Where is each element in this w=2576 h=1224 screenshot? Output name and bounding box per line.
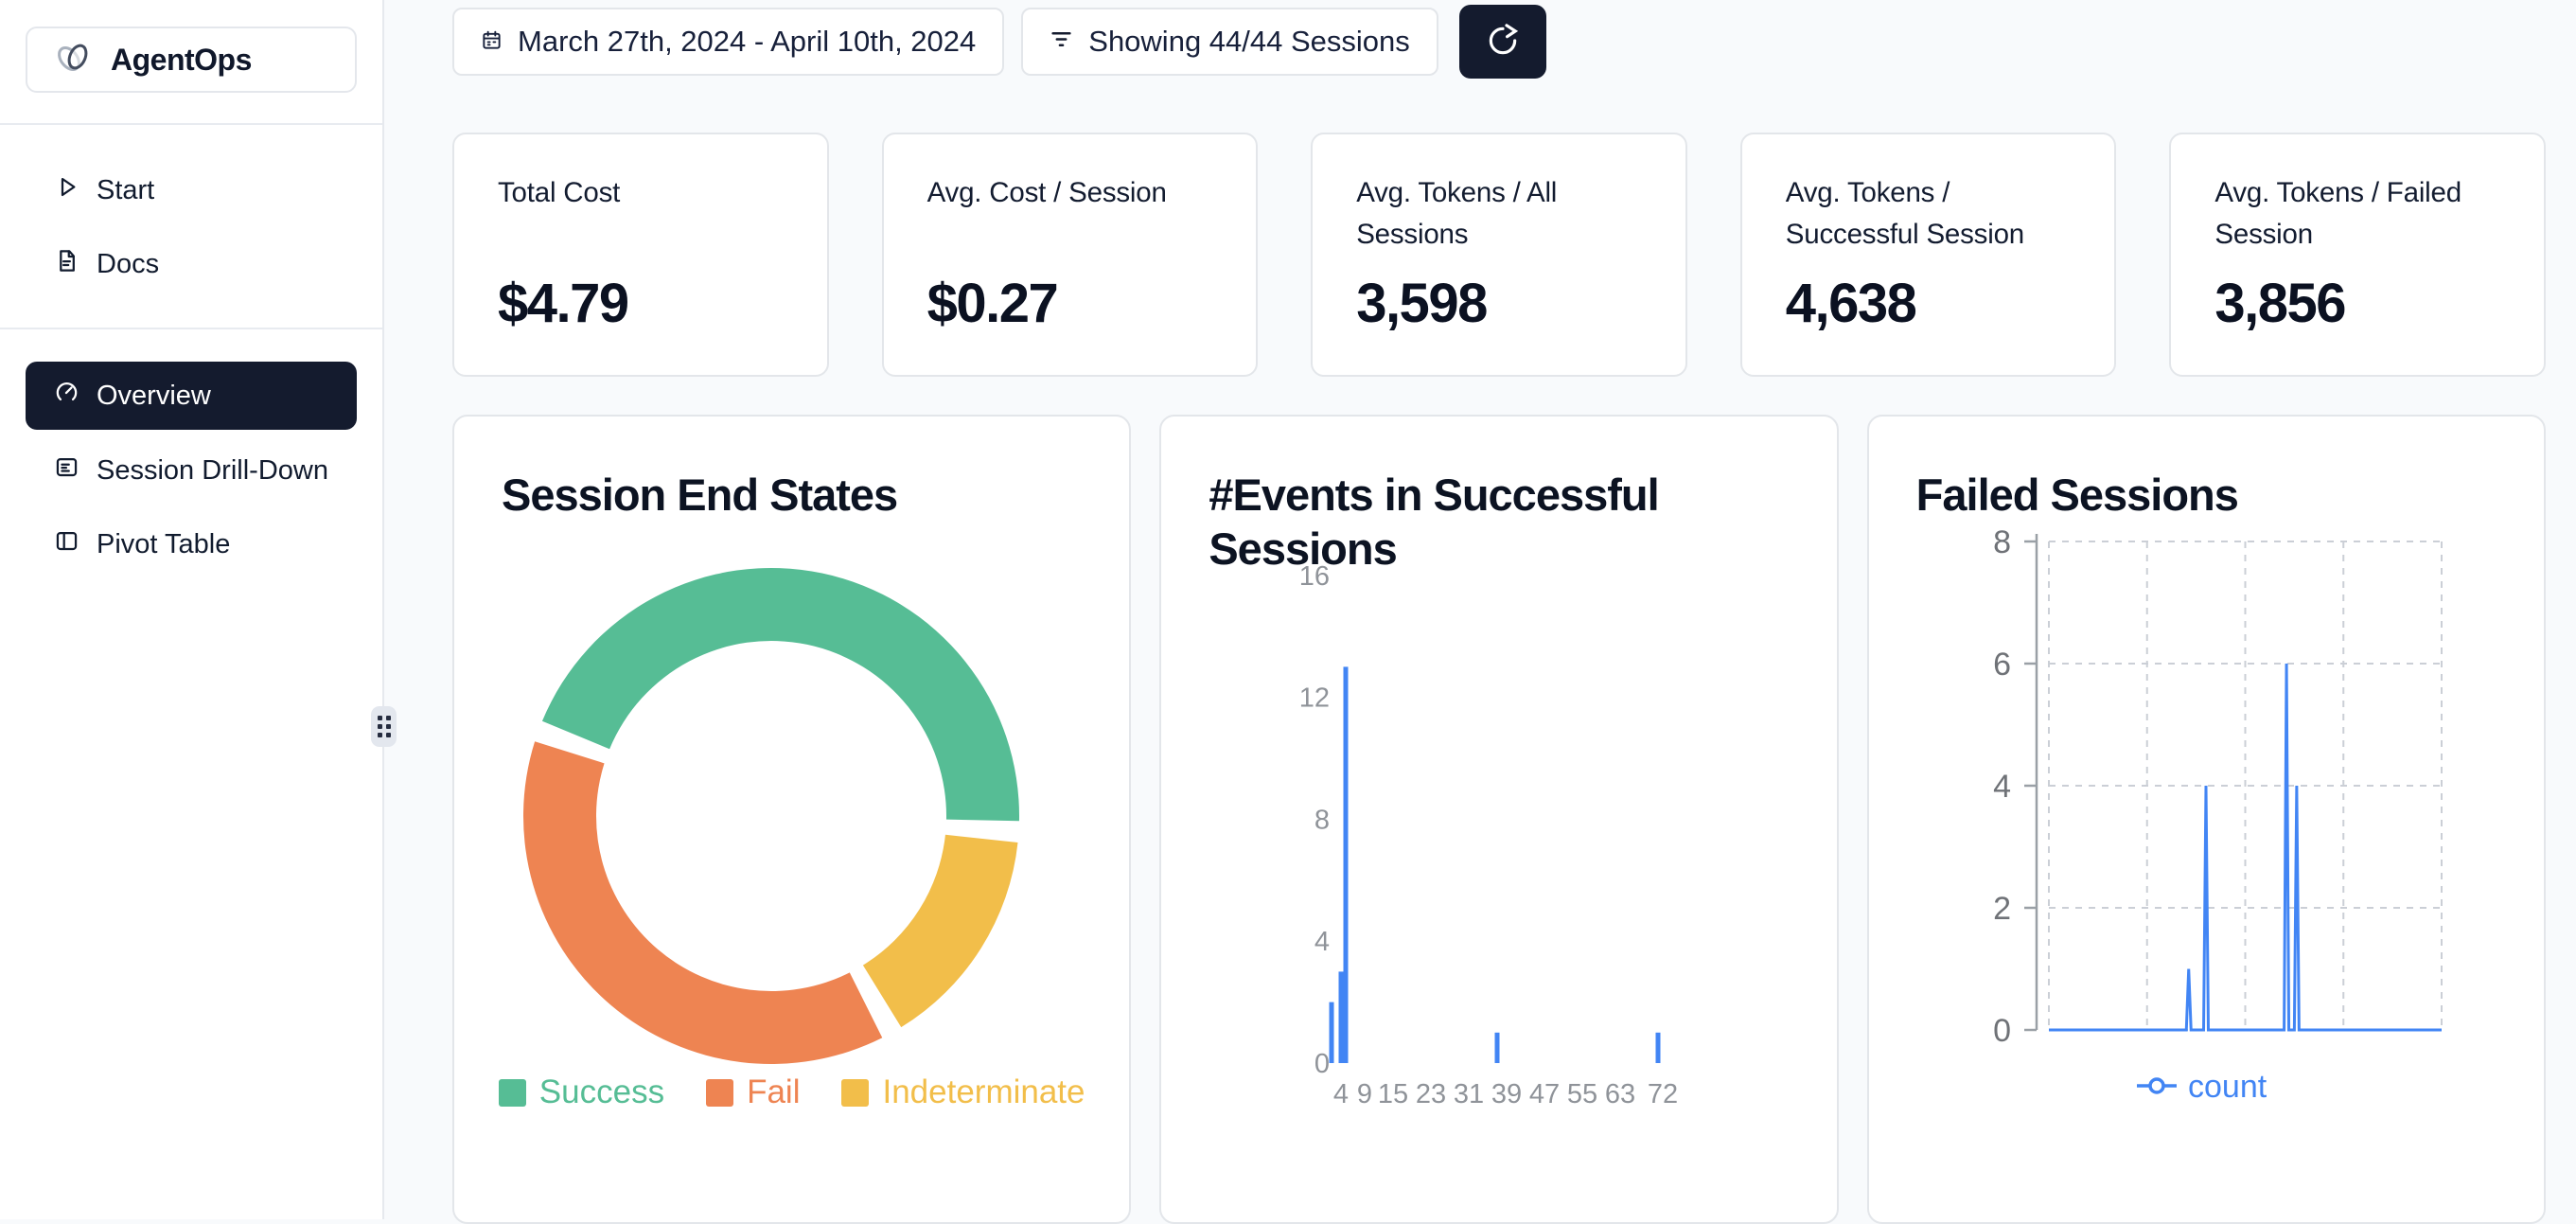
histogram-bar[interactable] [1495, 1033, 1500, 1063]
svg-text:31: 31 [1454, 1079, 1484, 1109]
svg-text:4: 4 [1993, 769, 2011, 805]
svg-text:6: 6 [1993, 647, 2011, 683]
sessions-filter-button[interactable]: Showing 44/44 Sessions [1021, 8, 1438, 76]
legend-item-success[interactable]: Success [499, 1073, 664, 1111]
stat-label: Avg. Tokens / Successful Session [1786, 172, 2072, 256]
donut-slice-success[interactable] [542, 568, 1019, 821]
svg-text:4: 4 [1314, 927, 1330, 957]
grip-dots-icon [378, 716, 391, 737]
session-end-states-donut-chart [454, 549, 1131, 1070]
svg-text:12: 12 [1299, 683, 1330, 714]
calendar-icon [481, 25, 503, 59]
legend-label: Success [539, 1073, 664, 1111]
sidebar: AgentOps Start Docs [0, 0, 384, 1219]
nav-top: Start Docs [0, 125, 382, 297]
list-box-icon [54, 454, 79, 488]
svg-text:63: 63 [1605, 1079, 1635, 1109]
date-range-button[interactable]: March 27th, 2024 - April 10th, 2024 [452, 8, 1004, 76]
legend-swatch [706, 1079, 733, 1107]
stat-label: Total Cost [498, 172, 784, 214]
stat-card-total-cost: Total Cost $4.79 [452, 133, 829, 377]
charts-row: Session End States Success Fail Indetermin… [452, 415, 2546, 1224]
stat-card-avg-tokens-successful: Avg. Tokens / Successful Session 4,638 [1740, 133, 2117, 377]
svg-text:55: 55 [1567, 1079, 1597, 1109]
nav-bottom: Overview Session Drill-Down Pivot Table [0, 329, 382, 577]
stat-card-avg-tokens-all: Avg. Tokens / All Sessions 3,598 [1311, 133, 1687, 377]
svg-text:8: 8 [1993, 524, 2011, 560]
events-histogram-chart: 1612840491523313947556372 [1161, 560, 1838, 1128]
histogram-bar[interactable] [1344, 666, 1349, 1063]
stat-value: 3,598 [1356, 272, 1642, 335]
chart-card-failed-sessions: Failed Sessions 02468count [1867, 415, 2546, 1224]
sidebar-item-session-drill-down[interactable]: Session Drill-Down [26, 437, 357, 504]
logo-text: AgentOps [111, 43, 252, 78]
sidebar-item-label: Start [97, 175, 154, 206]
filter-icon [1050, 25, 1073, 59]
legend-swatch [499, 1079, 526, 1107]
svg-text:8: 8 [1314, 805, 1330, 835]
line-legend-count[interactable]: count [2137, 1069, 2267, 1105]
stat-label: Avg. Tokens / Failed Session [2214, 172, 2500, 256]
legend-item-indeterminate[interactable]: Indeterminate [841, 1073, 1085, 1111]
legend-label: Indeterminate [882, 1073, 1085, 1111]
svg-text:23: 23 [1416, 1079, 1446, 1109]
failed-sessions-line-chart: 0 2 4 6 8 count [1869, 511, 2546, 1136]
histogram-bar[interactable] [1656, 1033, 1661, 1063]
histogram-bar[interactable] [1339, 971, 1344, 1063]
sidebar-item-pivot-table[interactable]: Pivot Table [26, 511, 357, 577]
svg-text:72: 72 [1648, 1079, 1678, 1109]
play-icon [54, 174, 79, 207]
svg-text:15: 15 [1378, 1079, 1408, 1109]
agentops-logo-icon [52, 39, 96, 81]
main-content: March 27th, 2024 - April 10th, 2024 Show… [452, 0, 2546, 1224]
donut-legend: Success Fail Indeterminate [454, 1073, 1129, 1111]
sidebar-item-label: Session Drill-Down [97, 455, 328, 487]
chart-title: Session End States [502, 468, 1082, 522]
layout-columns-icon [54, 528, 79, 561]
refresh-icon [1485, 23, 1521, 62]
chart-card-events-in-successful-sessions: #Events in Successful Sessions 161284049… [1159, 415, 1838, 1224]
stat-value: $4.79 [498, 272, 784, 335]
sidebar-item-docs[interactable]: Docs [26, 231, 357, 297]
logo[interactable]: AgentOps [26, 27, 357, 93]
stat-value: 4,638 [1786, 272, 2072, 335]
legend-swatch [841, 1079, 869, 1107]
stat-value: $0.27 [927, 272, 1213, 335]
stat-card-avg-cost-session: Avg. Cost / Session $0.27 [882, 133, 1259, 377]
stat-value: 3,856 [2214, 272, 2500, 335]
gauge-icon [54, 380, 79, 413]
stat-label: Avg. Tokens / All Sessions [1356, 172, 1642, 256]
topbar: March 27th, 2024 - April 10th, 2024 Show… [452, 8, 2546, 83]
sidebar-resize-handle[interactable] [371, 706, 397, 747]
date-range-label: March 27th, 2024 - April 10th, 2024 [518, 25, 976, 59]
svg-text:39: 39 [1491, 1079, 1522, 1109]
svg-text:0: 0 [1314, 1049, 1330, 1079]
svg-text:4: 4 [1333, 1079, 1349, 1109]
legend-item-fail[interactable]: Fail [706, 1073, 800, 1111]
sidebar-item-label: Pivot Table [97, 529, 230, 560]
refresh-button[interactable] [1459, 5, 1546, 79]
sidebar-item-start[interactable]: Start [26, 157, 357, 223]
legend-label: Fail [747, 1073, 800, 1111]
stats-row: Total Cost $4.79 Avg. Cost / Session $0.… [452, 133, 2546, 377]
svg-text:47: 47 [1529, 1079, 1560, 1109]
svg-text:count: count [2188, 1069, 2267, 1105]
stat-label: Avg. Cost / Session [927, 172, 1213, 214]
svg-text:16: 16 [1299, 561, 1330, 592]
sidebar-item-label: Docs [97, 249, 159, 280]
stat-card-avg-tokens-failed: Avg. Tokens / Failed Session 3,856 [2169, 133, 2546, 377]
svg-text:2: 2 [1993, 891, 2011, 927]
histogram-bar[interactable] [1330, 1002, 1334, 1063]
chart-card-session-end-states: Session End States Success Fail Indetermin… [452, 415, 1131, 1224]
donut-slice-indeterminate[interactable] [863, 835, 1018, 1027]
sessions-filter-label: Showing 44/44 Sessions [1088, 25, 1410, 59]
donut-slice-fail[interactable] [523, 741, 882, 1064]
document-icon [54, 248, 79, 281]
svg-text:9: 9 [1357, 1079, 1372, 1109]
chart-title: #Events in Successful Sessions [1209, 468, 1789, 576]
svg-text:0: 0 [1993, 1013, 2011, 1049]
sidebar-item-label: Overview [97, 381, 211, 412]
sidebar-item-overview[interactable]: Overview [26, 362, 357, 430]
